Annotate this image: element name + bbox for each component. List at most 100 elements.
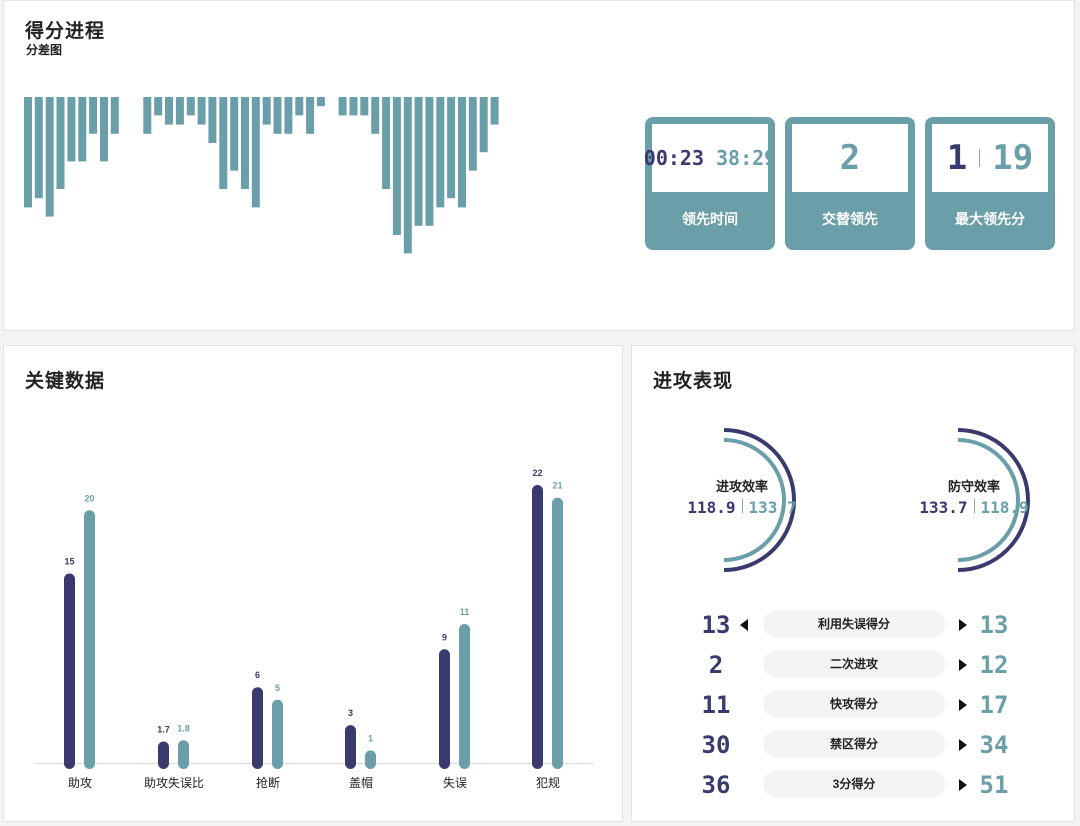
lead-time-values: 00:23 38:29 <box>644 124 776 192</box>
diff-bar <box>338 97 347 116</box>
bar-value-label: 21 <box>552 481 562 491</box>
bar-value-label: 11 <box>460 607 470 617</box>
separator <box>979 149 981 167</box>
diff-bar <box>349 97 358 116</box>
max-lead-away: 19 <box>992 138 1034 178</box>
diff-bar <box>230 97 239 171</box>
lead-time-home: 00:23 <box>643 146 704 170</box>
diff-bar <box>175 97 184 125</box>
score-progress-title: 得分进程 <box>25 21 106 42</box>
diff-bar <box>24 97 32 208</box>
diff-bar <box>392 97 401 235</box>
lead-changes-label: 交替领先 <box>822 211 878 227</box>
diff-bar <box>110 97 119 134</box>
bar-home <box>64 573 75 769</box>
bar-away <box>552 497 563 769</box>
stat-away-value: 13 <box>979 611 1009 639</box>
bar-away <box>272 699 283 769</box>
stat-home-value: 13 <box>701 611 731 639</box>
bar-away <box>84 510 95 769</box>
diff-bar <box>78 97 87 162</box>
right-arrow-icon <box>959 659 967 671</box>
diff-bar <box>165 97 173 125</box>
diff-bar <box>436 97 445 208</box>
max-lead-label: 最大领先分 <box>955 211 1025 227</box>
separator <box>973 499 975 513</box>
diff-bar <box>414 97 423 226</box>
gauge-offense-label: 进攻效率 <box>715 479 768 494</box>
diff-bar <box>360 97 369 116</box>
stat-label: 二次进攻 <box>763 650 945 678</box>
stat-home-value: 11 <box>701 691 731 719</box>
gauge-defense-home: 133.7 <box>919 498 968 517</box>
right-arrow-icon <box>959 619 967 631</box>
diff-bar <box>490 97 499 125</box>
diff-bar <box>306 97 315 134</box>
stat-home-value: 36 <box>701 771 731 799</box>
right-arrow-icon <box>959 739 967 751</box>
score-diff-subtitle: 分差图 <box>26 43 63 57</box>
right-arrow-icon <box>959 699 967 711</box>
stat-label: 快攻得分 <box>763 690 945 718</box>
bar-value-label: 1.8 <box>177 723 190 733</box>
diff-bar <box>251 97 260 208</box>
stat-row: 13 利用失误得分 13 <box>632 610 1076 640</box>
score-progress-panel: 得分进程 分差图 00:23 38:29 领先时间 2 交替领先 1 19 最大… <box>3 0 1075 331</box>
bar-value-label: 5 <box>275 683 280 693</box>
lead-time-away: 38:29 <box>716 146 777 170</box>
lead-changes-values: 2 <box>792 124 908 192</box>
category-label: 助攻失误比 <box>144 775 204 790</box>
diff-bar <box>208 97 217 143</box>
diff-bar <box>284 97 293 134</box>
stat-home-value: 30 <box>701 731 731 759</box>
diff-bar <box>403 97 412 254</box>
gauge-defense-values: 133.7 118.9 <box>904 498 1044 517</box>
bar-home <box>158 741 169 769</box>
bar-value-label: 22 <box>532 468 542 478</box>
diff-bar <box>56 97 65 189</box>
bar-away <box>365 750 376 769</box>
offense-panel: 进攻表现 进攻效率 118.9 133.7 防守效率 133.7 118.9 13 … <box>631 345 1075 822</box>
diff-bar <box>447 97 456 199</box>
lead-time-label: 领先时间 <box>682 211 738 227</box>
diff-bar <box>89 97 98 134</box>
max-lead-card: 1 19 最大领先分 <box>925 117 1055 250</box>
bar-away <box>459 624 470 769</box>
stat-away-value: 17 <box>979 691 1009 719</box>
left-arrow-icon <box>740 619 748 631</box>
diff-bar <box>100 97 108 162</box>
diff-bar <box>219 97 228 189</box>
bar-value-label: 1.7 <box>157 725 170 735</box>
diff-bar <box>458 97 466 208</box>
diff-bar <box>34 97 43 199</box>
stat-away-value: 51 <box>979 771 1009 799</box>
diff-bar <box>468 97 477 171</box>
diff-bar <box>371 97 380 134</box>
stat-label: 3分得分 <box>763 770 945 798</box>
diff-bar <box>316 97 325 107</box>
max-lead-home: 1 <box>946 138 968 178</box>
bar-value-label: 20 <box>84 493 94 503</box>
stat-away-value: 34 <box>979 731 1009 759</box>
bar-home <box>252 687 263 769</box>
diff-bar <box>154 97 163 116</box>
diff-bar <box>273 97 282 134</box>
category-label: 犯规 <box>536 775 560 790</box>
category-label: 盖帽 <box>349 775 373 790</box>
diff-bar <box>382 97 391 189</box>
bar-value-label: 15 <box>64 557 74 567</box>
diff-bar <box>186 97 195 116</box>
diff-bar <box>143 97 152 134</box>
bar-value-label: 3 <box>348 708 353 718</box>
bar-home <box>345 725 356 769</box>
bar-value-label: 9 <box>442 632 447 642</box>
stat-label: 禁区得分 <box>763 730 945 758</box>
stat-label: 利用失误得分 <box>763 610 945 638</box>
lead-changes-card: 2 交替领先 <box>785 117 915 250</box>
diff-bar <box>295 97 304 116</box>
bar-away <box>178 740 189 769</box>
stat-away-value: 12 <box>979 651 1009 679</box>
max-lead-values: 1 19 <box>932 124 1048 192</box>
diff-bar <box>45 97 54 217</box>
diff-bar <box>197 97 206 125</box>
